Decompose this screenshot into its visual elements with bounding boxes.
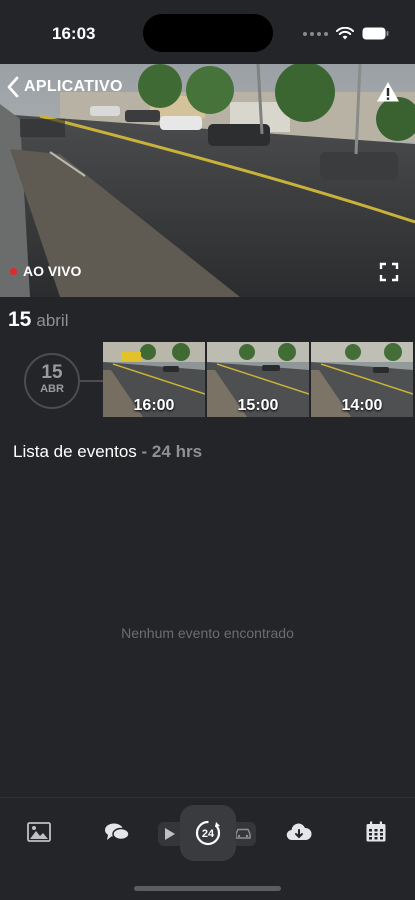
date-month: abril [36,311,69,330]
status-icons [303,27,389,40]
thumbnail-15h[interactable]: 15:00 [207,342,309,417]
events-period: - 24 hrs [141,442,203,461]
date-header: 15 abril [8,308,68,332]
thumbnail-16h[interactable]: 16:00 [103,342,205,417]
play-icon[interactable] [165,828,175,840]
calendar-button[interactable] [362,820,390,844]
hourly-thumbnails[interactable]: 16:00 15:00 14:00 [103,342,415,417]
date-day: 15 [8,308,32,331]
day-badge[interactable]: 15 ABR [24,353,80,409]
events-header: Lista de eventos - 24 hrs [13,442,202,462]
chat-button[interactable] [103,820,131,844]
empty-events-message: Nenhum evento encontrado [121,625,294,641]
chat-icon [105,823,130,841]
history-24-label: 24 [202,828,215,840]
thumbnail-time: 16:00 [133,397,175,414]
signal-icon [303,31,328,36]
bottom-toolbar: 24 [0,797,415,900]
battery-icon [362,27,389,40]
thumbnail-time: 14:00 [341,397,383,414]
status-bar: 16:03 [0,0,415,64]
calendar-icon [366,821,386,842]
day-badge-month: ABR [40,383,64,395]
dynamic-island [143,14,273,52]
download-button[interactable] [285,820,313,844]
thumbnail-time: 15:00 [237,397,279,414]
back-button-label: APLICATIVO [24,78,123,95]
history-24-icon: 24 [195,820,221,846]
timeline-connector [80,380,104,382]
live-label: AO VIVO [23,263,82,279]
cloud-download-icon [286,823,312,841]
wifi-icon [336,27,354,40]
status-time: 16:03 [52,24,96,43]
thumbnail-14h[interactable]: 14:00 [311,342,413,417]
history-24h-button[interactable]: 24 [180,805,236,861]
gallery-button[interactable] [25,820,53,844]
chevron-left-icon [7,76,19,98]
back-button[interactable]: APLICATIVO [6,76,123,98]
image-icon [27,822,51,842]
warning-icon[interactable] [376,80,400,104]
home-indicator [134,886,281,891]
live-indicator: AO VIVO [10,263,81,279]
day-badge-number: 15 [41,362,63,383]
events-title: Lista de eventos [13,442,137,461]
car-icon[interactable] [234,828,252,840]
live-dot-icon [10,267,17,275]
fullscreen-icon[interactable] [379,262,399,282]
